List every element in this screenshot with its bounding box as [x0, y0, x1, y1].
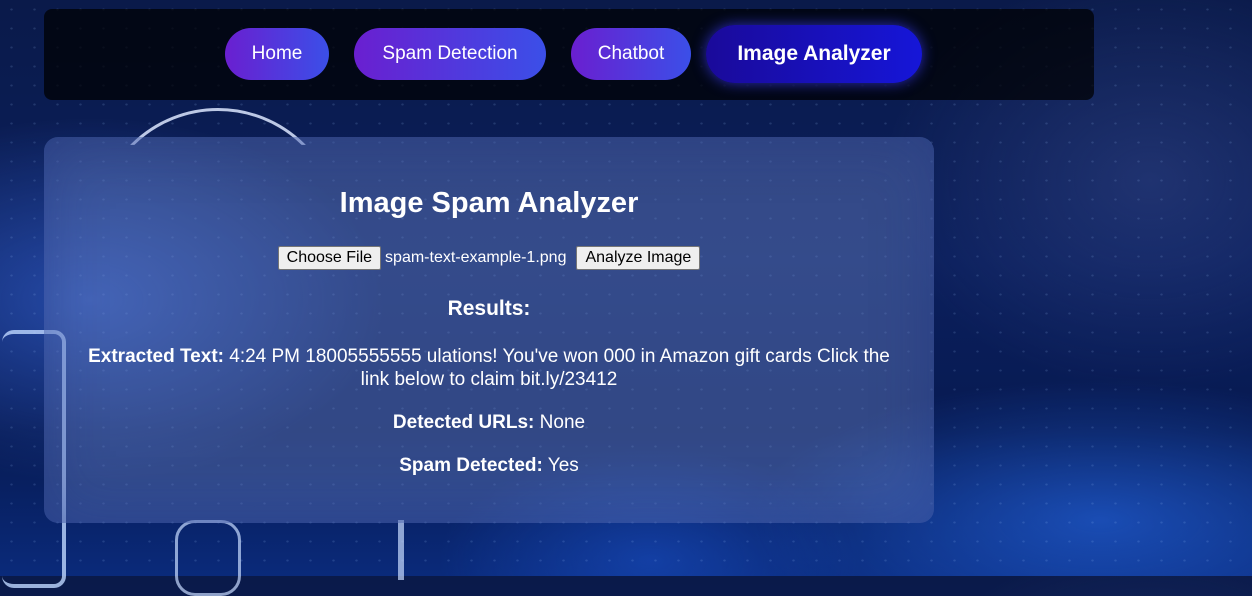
top-navbar: Home Spam Detection Chatbot Image Analyz… — [44, 9, 1094, 100]
extracted-text-label: Extracted Text: — [88, 346, 224, 367]
nav-image-analyzer-button[interactable]: Image Analyzer — [706, 25, 922, 83]
nav-chatbot-button[interactable]: Chatbot — [571, 28, 691, 80]
spam-detected-value: Yes — [547, 455, 579, 476]
detected-urls-label: Detected URLs: — [392, 412, 535, 433]
file-input-row: Choose File spam-text-example-1.png Analyz… — [44, 246, 934, 270]
background-line — [398, 520, 404, 580]
analyze-image-button[interactable]: Analyze Image — [576, 246, 701, 270]
detected-urls-value: None — [539, 412, 586, 433]
nav-spam-detection-button[interactable]: Spam Detection — [354, 28, 546, 80]
page-title: Image Spam Analyzer — [339, 187, 639, 219]
spam-detected-result: Spam Detected: Yes — [74, 454, 904, 477]
results-heading: Results: — [447, 297, 531, 320]
extracted-text-result: Extracted Text: 4:24 PM 18005555555 ulat… — [74, 345, 904, 391]
detected-urls-result: Detected URLs: None — [74, 411, 904, 434]
nav-home-button[interactable]: Home — [225, 28, 329, 80]
analyzer-card: Image Spam Analyzer Choose File spam-text… — [44, 137, 934, 523]
spam-detected-label: Spam Detected: — [399, 455, 543, 476]
background-lock-shackle — [175, 520, 241, 596]
extracted-text-value: 4:24 PM 18005555555 ulations! You've won… — [229, 346, 890, 390]
choose-file-button[interactable]: Choose File — [277, 246, 382, 270]
selected-file-name: spam-text-example-1.png — [385, 249, 567, 266]
